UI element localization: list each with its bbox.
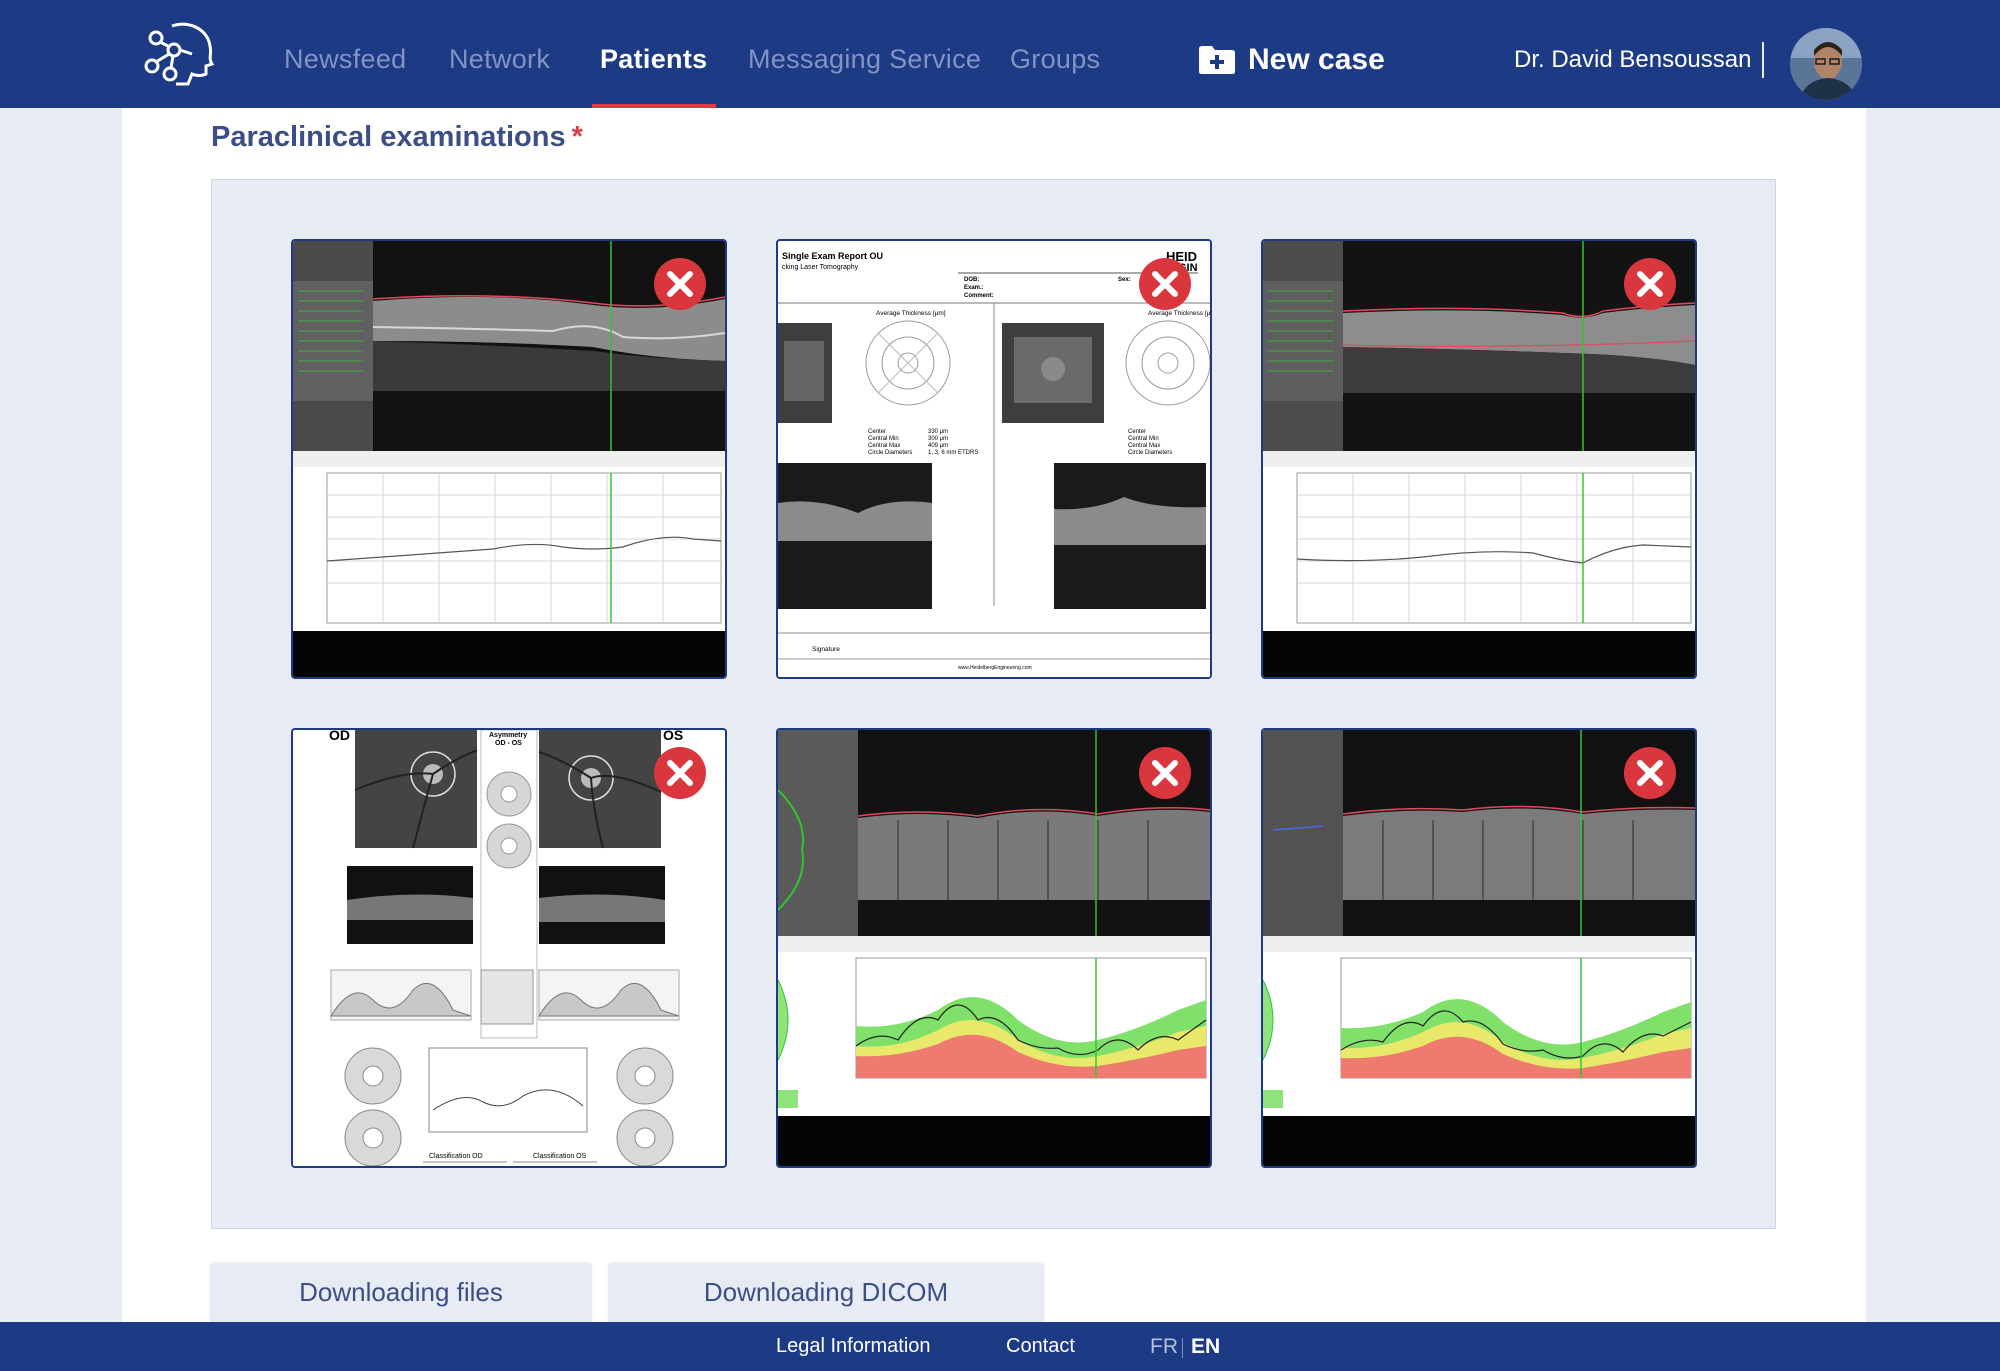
report-os-center-label-2: Central Max [1128,443,1160,449]
exam-image-3[interactable] [1261,239,1697,679]
report-website: www.HeidelbergEngineering.com [958,665,1032,671]
remove-image-3-button[interactable] [1623,257,1677,311]
user-name[interactable]: Dr. David Bensoussan [1514,46,1751,74]
nav-groups[interactable]: Groups [1010,44,1100,75]
report-center-value-0: 330 μm [928,429,948,435]
language-fr[interactable]: FR [1150,1335,1178,1359]
exam-image-4[interactable]: OD OS Asymmetry OD - OS Classification O… [291,728,727,1168]
avatar-photo-icon [1790,28,1862,100]
report-os-center-label-3: Circle Diameters [1128,450,1172,456]
report-os-center-label-0: Center [1128,429,1146,435]
asymmetry-title: Asymmetry [489,732,527,739]
report-center-label-0: Center [868,429,886,435]
section-title: Paraclinical examinations * [211,121,583,153]
top-navigation-bar: Newsfeed Network Patients Messaging Serv… [0,0,2000,108]
asymmetry-class-od: Classification OD [429,1153,483,1160]
report-field-dob: DOB: [964,277,979,283]
report-center-value-3: 1, 3, 6 mm ETDRS [928,450,978,456]
asymmetry-subtitle: OD - OS [495,740,522,747]
main-content: Paraclinical examinations * Single Exam … [122,108,1866,1322]
language-en[interactable]: EN [1191,1335,1220,1359]
report-center-value-2: 409 μm [928,443,948,449]
report-field-comment: Comment: [964,293,994,299]
header-divider [1762,42,1764,78]
download-dicom-button[interactable]: Downloading DICOM [608,1263,1044,1322]
required-marker: * [571,121,583,153]
report-avg-thickness-od: Average Thickness [μm] [876,310,946,317]
remove-image-1-button[interactable] [653,257,707,311]
folder-plus-icon [1199,46,1235,74]
nav-network[interactable]: Network [449,44,550,75]
report-center-label-2: Central Max [868,443,900,449]
report-os-center-label-1: Central Min [1128,436,1159,442]
report-avg-thickness-os: Average Thickness [μm] [1148,310,1210,317]
exam-image-6[interactable] [1261,728,1697,1168]
report-field-sex: Sex: [1118,277,1131,283]
report-title: Single Exam Report OU [782,251,883,261]
new-case-button[interactable]: New case [1198,42,1385,78]
new-case-label: New case [1248,43,1385,76]
asymmetry-os-label: OS [663,730,683,743]
remove-image-6-button[interactable] [1623,746,1677,800]
report-field-exam: Exam.: [964,285,984,291]
asymmetry-od-label: OD [329,730,350,743]
report-center-value-1: 300 μm [928,436,948,442]
avatar[interactable] [1790,28,1862,100]
footer-legal-link[interactable]: Legal Information [776,1335,931,1358]
report-center-label-3: Circle Diameters [868,450,912,456]
footer-contact-link[interactable]: Contact [1006,1335,1075,1358]
nav-messaging-service[interactable]: Messaging Service [748,44,981,75]
remove-image-5-button[interactable] [1138,746,1192,800]
remove-image-4-button[interactable] [653,746,707,800]
asymmetry-class-os: Classification OS [533,1153,587,1160]
report-center-label-1: Central Min [868,436,899,442]
remove-image-2-button[interactable] [1138,257,1192,311]
nav-patients[interactable]: Patients [600,44,707,75]
exam-image-1[interactable] [291,239,727,679]
language-divider [1182,1338,1183,1358]
report-signature: Signature [812,646,840,653]
app-logo-icon[interactable] [142,18,218,88]
footer: Legal Information Contact FR EN [0,1322,2000,1371]
nav-newsfeed[interactable]: Newsfeed [284,44,406,75]
download-files-button[interactable]: Downloading files [210,1263,592,1322]
exam-image-5[interactable] [776,728,1212,1168]
exam-image-2[interactable]: Single Exam Report OU cking Laser Tomogr… [776,239,1212,679]
image-gallery: Single Exam Report OU cking Laser Tomogr… [211,179,1776,1229]
report-subtitle: cking Laser Tomography [782,264,859,271]
